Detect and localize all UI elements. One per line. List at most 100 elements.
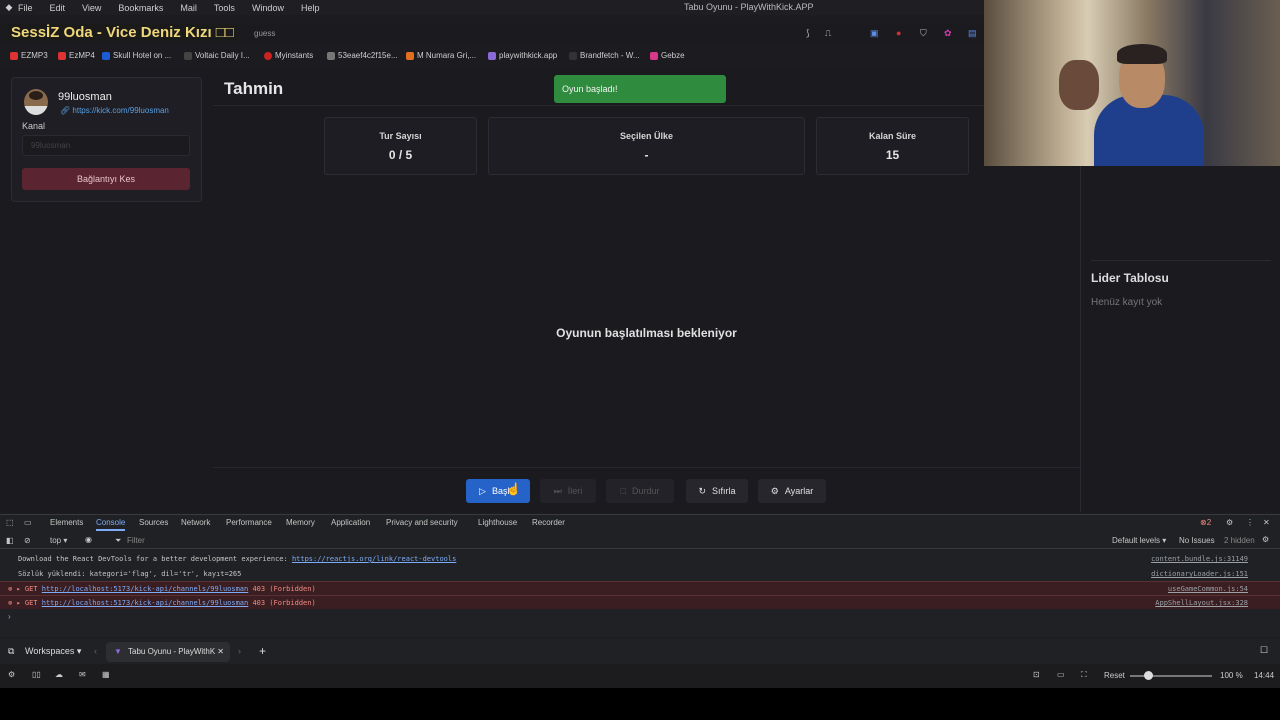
bookmark-item[interactable]: Brandfetch - W... xyxy=(569,51,640,60)
menu-mail[interactable]: Mail xyxy=(180,3,197,13)
stop-button[interactable]: □ Durdur xyxy=(606,479,674,503)
issues-count[interactable]: No Issues xyxy=(1179,536,1215,545)
bookmark-item[interactable]: playwithkick.app xyxy=(488,51,557,60)
channel-label: Kanal xyxy=(22,121,46,131)
calendar-icon[interactable]: ▦ xyxy=(102,670,110,679)
extension-blue-icon[interactable]: ▤ xyxy=(968,28,977,39)
bookmark-item[interactable]: M Numara Gri,... xyxy=(406,51,476,60)
close-icon[interactable]: ✕ xyxy=(1263,518,1270,527)
next-button[interactable]: ⏭ İleri xyxy=(540,479,596,503)
tab-elements[interactable]: Elements xyxy=(50,518,83,527)
window-title: Tabu Oyunu - PlayWithKick.APP xyxy=(684,2,814,12)
context-select[interactable]: top ▾ xyxy=(50,536,67,545)
cloud-icon[interactable]: ☁ xyxy=(55,670,63,679)
menu-edit[interactable]: Edit xyxy=(50,3,66,13)
extension-shield-icon[interactable]: ⛉ xyxy=(920,28,927,39)
bookmark-item[interactable]: Skull Hotel on ... xyxy=(102,51,171,60)
brandfetch-icon xyxy=(569,51,577,60)
status-bar: ⚙ ▯▯ ☁ ✉ ▦ ⊡ ▭ ⛶ Reset 100 % 14:44 xyxy=(0,664,1280,688)
channel-input[interactable]: 99luosman xyxy=(22,135,190,156)
steam-icon xyxy=(102,51,110,60)
workspace-tab[interactable]: ▼ Tabu Oyunu - PlayWithK ✕ xyxy=(106,642,230,662)
image-icon[interactable]: ⛶ xyxy=(1081,670,1087,680)
extension-red-icon[interactable]: ● xyxy=(896,28,901,38)
settings-icon[interactable]: ⚙ xyxy=(8,670,15,679)
bookmark-item[interactable]: EzMP4 xyxy=(58,51,95,60)
menu-file[interactable]: File xyxy=(18,3,33,13)
menu-window[interactable]: Window xyxy=(252,3,284,13)
react-devtools-link[interactable]: https://reactjs.org/link/react-devtools xyxy=(292,555,456,563)
log-levels-select[interactable]: Default levels ▾ xyxy=(1112,536,1166,545)
play-icon: ▷ xyxy=(479,486,486,496)
menu-tools[interactable]: Tools xyxy=(214,3,235,13)
zoom-slider[interactable] xyxy=(1130,675,1212,677)
tab-console[interactable]: Console xyxy=(96,518,126,531)
source-link[interactable]: dictionaryLoader.js:151 xyxy=(1151,567,1248,581)
chat-icon[interactable]: ☐ xyxy=(1260,645,1268,656)
capture-icon[interactable]: ⊡ xyxy=(1033,670,1040,679)
bookmark-icon[interactable]: ⎍ xyxy=(825,28,831,39)
device-toggle-icon[interactable]: ▭ xyxy=(24,518,32,527)
tab-network[interactable]: Network xyxy=(181,518,210,527)
apple-icon[interactable]: ◆ xyxy=(0,2,18,13)
tab-memory[interactable]: Memory xyxy=(286,518,315,527)
extension-translate-icon[interactable]: ▣ xyxy=(870,28,879,39)
source-link[interactable]: AppShellLayout.jsx:328 xyxy=(1155,596,1248,610)
refresh-icon: ↻ xyxy=(698,486,707,496)
extension-pink-icon[interactable]: ✿ xyxy=(944,28,952,39)
source-link[interactable]: useGameCommon.js:54 xyxy=(1168,582,1248,596)
settings-button[interactable]: ⚙ Ayarlar xyxy=(758,479,826,503)
file-icon xyxy=(327,51,335,60)
workspaces-button[interactable]: Workspaces ▾ xyxy=(25,646,81,657)
gear-icon[interactable]: ⚙ xyxy=(1226,518,1233,527)
tile-icon[interactable]: ▭ xyxy=(1057,670,1065,679)
request-url-link[interactable]: http://localhost:5173/kick-api/channels/… xyxy=(42,599,249,607)
mail-icon[interactable]: ✉ xyxy=(79,670,86,679)
more-icon[interactable]: ⋮ xyxy=(1246,518,1254,527)
zoom-slider-handle[interactable] xyxy=(1144,671,1153,680)
forward-icon[interactable]: › xyxy=(238,646,241,656)
new-tab-icon[interactable]: + xyxy=(259,644,266,658)
bookmark-item[interactable]: 53eaef4c2f15e... xyxy=(327,51,398,60)
disconnect-button[interactable]: Bağlantıyı Kes xyxy=(22,168,190,190)
menu-view[interactable]: View xyxy=(82,3,101,13)
workspaces-icon[interactable]: ⧉ xyxy=(8,646,14,657)
bookmark-item[interactable]: Gebze xyxy=(650,51,685,60)
menu-bookmarks[interactable]: Bookmarks xyxy=(118,3,163,13)
tab-application[interactable]: Application xyxy=(331,518,370,527)
bookmark-item[interactable]: EZMP3 xyxy=(10,51,48,60)
right-panel-divider xyxy=(1080,166,1081,512)
back-icon[interactable]: ‹ xyxy=(94,646,97,656)
console-toolbar: ◧ ⊘ top ▾ ◉ ⏷ Filter Default levels ▾ No… xyxy=(0,533,1280,549)
tab-recorder[interactable]: Recorder xyxy=(532,518,565,527)
tab-lighthouse[interactable]: Lighthouse xyxy=(478,518,517,527)
tab-privacy[interactable]: Privacy and security xyxy=(386,518,458,527)
source-link[interactable]: content.bundle.js:31149 xyxy=(1151,552,1248,566)
bookmark-item[interactable]: Myinstants xyxy=(264,51,313,60)
stat-value: - xyxy=(644,148,649,162)
filter-icon: ⏷ xyxy=(115,536,122,545)
tab-performance[interactable]: Performance xyxy=(226,518,272,527)
devtools-tabs: ⬚ ▭ Elements Console Sources Network Per… xyxy=(0,514,1280,532)
panel-icon[interactable]: ▯▯ xyxy=(32,670,41,679)
gear-icon[interactable]: ⚙ xyxy=(1262,535,1269,544)
channel-link[interactable]: 🔗︎ https://kick.com/99luosman xyxy=(60,106,169,115)
sidebar-toggle-icon[interactable]: ◧ xyxy=(6,536,14,545)
reset-button[interactable]: ↻ Sıfırla xyxy=(686,479,748,503)
playwithkick-icon xyxy=(488,51,496,60)
inspect-icon[interactable]: ⬚ xyxy=(6,518,14,527)
close-icon[interactable]: ✕ xyxy=(217,642,224,662)
tab-sources[interactable]: Sources xyxy=(139,518,168,527)
bookmark-item[interactable]: Voltaic Daily I... xyxy=(184,51,250,60)
zoom-reset-button[interactable]: Reset xyxy=(1104,671,1125,680)
stream-song-overlay: SessİZ Oda - Vice Deniz Kızı □□ xyxy=(8,24,237,42)
filter-input[interactable]: Filter xyxy=(127,536,145,545)
error-count-badge[interactable]: ⊗2 xyxy=(1200,518,1211,527)
stop-icon: □ xyxy=(620,486,626,496)
translate-icon[interactable]: ⟆ xyxy=(806,28,810,39)
menu-help[interactable]: Help xyxy=(301,3,320,13)
eye-icon[interactable]: ◉ xyxy=(85,535,92,544)
console-prompt[interactable]: › xyxy=(8,612,11,621)
clear-console-icon[interactable]: ⊘ xyxy=(24,536,31,545)
request-url-link[interactable]: http://localhost:5173/kick-api/channels/… xyxy=(42,585,249,593)
